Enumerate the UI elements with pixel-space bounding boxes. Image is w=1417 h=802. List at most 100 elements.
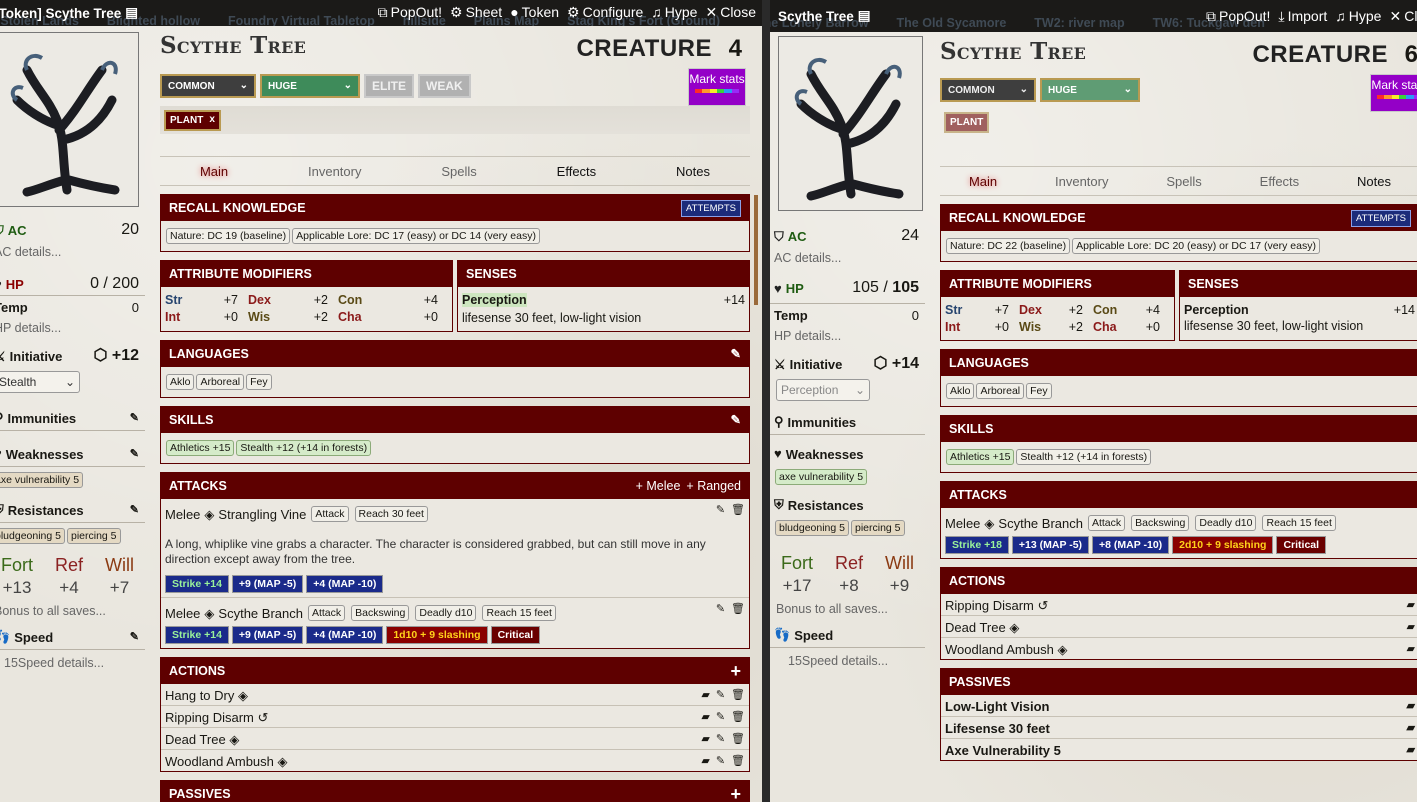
damage-button[interactable]: 1d10 + 9 slashing: [386, 626, 488, 644]
fort-save[interactable]: Fort +13: [1, 555, 33, 598]
import-button[interactable]: ⤓ Import: [1278, 8, 1327, 24]
tab-effects[interactable]: Effects: [1260, 174, 1300, 189]
skill-tag[interactable]: Athletics +15: [166, 440, 235, 456]
edit-icon[interactable]: ✎: [731, 414, 741, 427]
skill-tag[interactable]: Stealth +12 (+14 in forests): [1016, 449, 1152, 465]
add-ranged-button[interactable]: + Ranged: [686, 479, 741, 493]
creature-portrait[interactable]: [0, 32, 139, 207]
will-save[interactable]: Will +7: [105, 555, 134, 598]
tab-notes[interactable]: Notes: [676, 164, 710, 179]
edit-icon[interactable]: ✎: [716, 712, 725, 723]
close-button[interactable]: ✕Close: [1389, 8, 1417, 24]
saves-bonus[interactable]: Bonus to all saves...: [0, 604, 145, 618]
attr-value[interactable]: +2: [278, 293, 338, 307]
creature-name[interactable]: Scythe Tree: [160, 32, 306, 59]
will-save[interactable]: Will +9: [885, 553, 914, 596]
attempts-button[interactable]: ATTEMPTS: [1351, 209, 1411, 227]
hype-button[interactable]: ♫ Hype: [1335, 8, 1381, 24]
attr-value[interactable]: +2: [1047, 303, 1093, 317]
chat-icon[interactable]: ▰: [1407, 600, 1415, 611]
hp-value[interactable]: 105 / 105: [852, 279, 919, 297]
strike-button[interactable]: Strike +18: [945, 536, 1009, 554]
ref-save[interactable]: Ref +8: [835, 553, 863, 596]
initiative-skill-select[interactable]: Stealth ⌄: [0, 371, 80, 393]
initiative-roll[interactable]: ⬡ +12: [93, 347, 139, 365]
edit-icon[interactable]: ✎: [130, 449, 139, 460]
action-row[interactable]: Dead Tree ◈ ▰: [941, 616, 1417, 638]
action-row[interactable]: Woodland Ambush ◈ ▰ ✎ 🗑: [161, 750, 749, 771]
action-row[interactable]: Ripping Disarm ↺ ▰: [941, 594, 1417, 616]
edit-icon[interactable]: ✎: [130, 413, 139, 424]
creature-level[interactable]: 6: [1405, 41, 1417, 69]
map2-button[interactable]: +4 (MAP -10): [306, 575, 384, 593]
tab-main[interactable]: Main: [200, 164, 228, 179]
trash-icon[interactable]: 🗑: [731, 690, 745, 701]
trash-icon[interactable]: 🗑: [731, 756, 745, 767]
tab-notes[interactable]: Notes: [1357, 174, 1391, 189]
passive-row[interactable]: Axe Vulnerability 5 ▰: [941, 739, 1417, 760]
edit-icon[interactable]: ✎: [716, 604, 725, 622]
weak-button[interactable]: WEAK: [418, 74, 471, 98]
attr-value[interactable]: +2: [278, 310, 338, 324]
speed-row[interactable]: 15Speed details...: [770, 654, 925, 668]
damage-button[interactable]: 2d10 + 9 slashing: [1172, 536, 1274, 554]
creature-name[interactable]: Scythe Tree: [940, 38, 1086, 65]
size-select[interactable]: HUGE ⌄: [1040, 78, 1140, 102]
attr-value[interactable]: +0: [1121, 320, 1170, 334]
attack-name[interactable]: Strangling Vine: [218, 507, 306, 522]
plus-icon[interactable]: +: [730, 662, 741, 680]
map1-button[interactable]: +9 (MAP -5): [231, 626, 304, 644]
attr-value[interactable]: +2: [1047, 320, 1093, 334]
configure-button[interactable]: ⚙ Configure: [567, 4, 643, 20]
chat-icon[interactable]: ▰: [701, 756, 709, 767]
trash-icon[interactable]: 🗑: [731, 604, 745, 622]
hp-current[interactable]: 105: [852, 279, 879, 296]
temp-value[interactable]: 0: [132, 300, 139, 315]
perception-label[interactable]: Perception: [462, 293, 527, 307]
perception-value[interactable]: +14: [1394, 303, 1415, 317]
tab-spells[interactable]: Spells: [1166, 174, 1201, 189]
add-melee-button[interactable]: + Melee: [636, 479, 681, 493]
map2-button[interactable]: +8 (MAP -10): [1092, 536, 1170, 554]
map2-button[interactable]: +4 (MAP -10): [306, 626, 384, 644]
edit-icon[interactable]: ✎: [716, 756, 725, 767]
scrollbar[interactable]: [754, 195, 758, 305]
passive-row[interactable]: Lifesense 30 feet ▰: [941, 717, 1417, 739]
tab-inventory[interactable]: Inventory: [308, 164, 361, 179]
edit-icon[interactable]: ✎: [716, 690, 725, 701]
ac-value[interactable]: 24: [901, 227, 919, 245]
chat-icon[interactable]: ▰: [701, 712, 709, 723]
hp-value[interactable]: 0 / 200: [90, 275, 139, 293]
token-button[interactable]: ● Token: [510, 4, 559, 20]
initiative-skill-select[interactable]: Perception ⌄: [776, 379, 870, 401]
strike-button[interactable]: Strike +14: [165, 626, 229, 644]
perception-value[interactable]: +14: [724, 293, 745, 307]
chat-icon[interactable]: ▰: [1407, 622, 1415, 633]
window-header[interactable]: e Stolen LandsBlighted hollowFoundry Vir…: [0, 0, 762, 26]
attack-name[interactable]: Scythe Branch: [998, 516, 1083, 531]
fort-save[interactable]: Fort +17: [781, 553, 813, 596]
skill-tag[interactable]: Stealth +12 (+14 in forests): [236, 440, 372, 456]
popout-button[interactable]: ⧉ PopOut!: [1206, 8, 1270, 24]
rarity-select[interactable]: COMMON ⌄: [940, 78, 1036, 102]
ref-save[interactable]: Ref +4: [55, 555, 83, 598]
chat-icon[interactable]: ▰: [1407, 644, 1415, 655]
chat-icon[interactable]: ▰: [701, 690, 709, 701]
map1-button[interactable]: +9 (MAP -5): [231, 575, 304, 593]
trash-icon[interactable]: 🗑: [731, 734, 745, 745]
chat-icon[interactable]: ▰: [1407, 745, 1415, 756]
edit-icon[interactable]: ✎: [716, 734, 725, 745]
tab-spells[interactable]: Spells: [441, 164, 476, 179]
trait-box[interactable]: PLANT x: [160, 106, 750, 134]
critical-button[interactable]: Critical: [1276, 536, 1327, 554]
chat-icon[interactable]: ▰: [1407, 723, 1415, 734]
attr-value[interactable]: +0: [193, 310, 248, 324]
attr-value[interactable]: +0: [368, 310, 448, 324]
document-icon[interactable]: ▤: [125, 6, 138, 20]
action-row[interactable]: Woodland Ambush ◈ ▰: [941, 638, 1417, 659]
attr-value[interactable]: +4: [368, 293, 448, 307]
critical-button[interactable]: Critical: [490, 626, 541, 644]
chat-icon[interactable]: ▰: [1407, 701, 1415, 712]
tab-effects[interactable]: Effects: [557, 164, 597, 179]
mark-stats-button[interactable]: Mark stats: [688, 68, 746, 106]
